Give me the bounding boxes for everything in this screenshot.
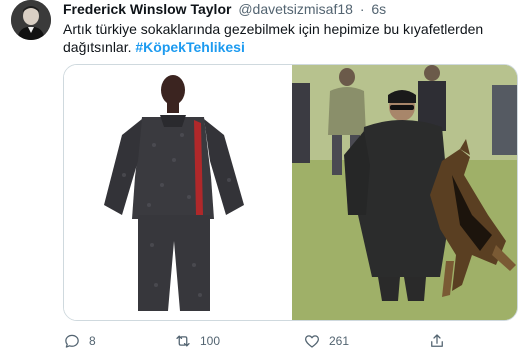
media-image-training[interactable] bbox=[292, 65, 517, 320]
like-button[interactable]: 261 bbox=[303, 330, 349, 352]
tweet-media[interactable] bbox=[63, 64, 518, 321]
share-icon bbox=[431, 334, 443, 347]
like-count: 261 bbox=[329, 334, 350, 348]
tweet-header: Frederick Winslow Taylor @davetsizmisaf1… bbox=[63, 0, 386, 18]
media-image-bite-suit[interactable] bbox=[64, 65, 290, 320]
avatar-image bbox=[11, 0, 51, 40]
share-button[interactable] bbox=[428, 330, 446, 352]
hashtag-link[interactable]: #KöpekTehlikesi bbox=[135, 39, 244, 55]
tweet-body: Artık türkiye sokaklarında gezebilmek iç… bbox=[63, 21, 484, 55]
retweet-count: 100 bbox=[200, 334, 221, 348]
avatar[interactable] bbox=[11, 0, 51, 40]
tweet[interactable]: Frederick Winslow Taylor @davetsizmisaf1… bbox=[0, 0, 525, 359]
retweet-button[interactable]: 100 bbox=[174, 330, 220, 352]
tweet-actions: 8 100 261 bbox=[63, 330, 483, 352]
author-name[interactable]: Frederick Winslow Taylor bbox=[63, 1, 231, 17]
like-icon bbox=[304, 335, 320, 348]
reply-button[interactable]: 8 bbox=[63, 330, 96, 352]
tweet-time[interactable]: 6s bbox=[371, 1, 386, 17]
retweet-icon bbox=[176, 335, 190, 347]
author-handle[interactable]: @davetsizmisaf18 bbox=[238, 1, 353, 17]
dog-training-photo bbox=[292, 65, 517, 320]
reply-icon bbox=[65, 334, 79, 348]
bite-suit-illustration bbox=[64, 65, 290, 320]
tweet-text: Artık türkiye sokaklarında gezebilmek iç… bbox=[63, 20, 508, 56]
separator-dot: · bbox=[359, 1, 365, 17]
reply-count: 8 bbox=[89, 334, 96, 348]
